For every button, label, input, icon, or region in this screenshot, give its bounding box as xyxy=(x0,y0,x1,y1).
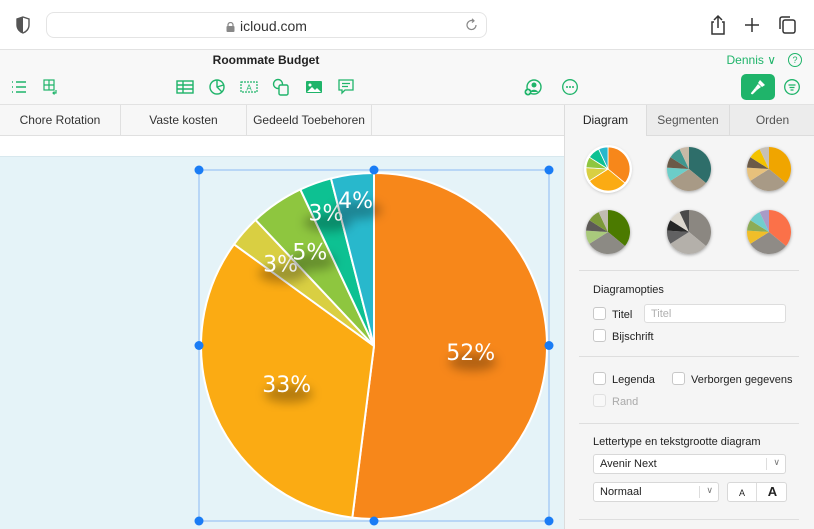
tabs-overview-icon[interactable] xyxy=(775,13,799,37)
help-icon[interactable]: ? xyxy=(788,53,802,67)
chart-options-title: Diagramopties xyxy=(593,284,664,296)
resize-handle[interactable] xyxy=(544,165,554,175)
pie-slice-label: 4% xyxy=(338,189,373,214)
title-input[interactable]: Titel xyxy=(644,304,786,323)
format-sidebar: Diagram Segmenten Orden Diagramopties Ti… xyxy=(564,105,814,529)
paintbrush-icon xyxy=(750,80,765,95)
chart-style-swatch[interactable] xyxy=(747,210,791,254)
resize-handle[interactable] xyxy=(544,341,554,350)
user-menu[interactable]: Dennis ∨ xyxy=(727,53,777,67)
tab-segmenten[interactable]: Segmenten xyxy=(646,105,729,136)
new-tab-icon[interactable] xyxy=(740,13,764,37)
chevron-down-icon: ∨ xyxy=(773,457,780,467)
chevron-down-icon: ∨ xyxy=(767,53,776,67)
checkbox[interactable] xyxy=(593,329,606,342)
divider xyxy=(579,423,799,424)
resize-handle[interactable] xyxy=(194,165,204,175)
pie-slice-label: 5% xyxy=(292,241,327,266)
resize-handle[interactable] xyxy=(194,341,204,350)
resize-handle[interactable] xyxy=(369,516,379,526)
border-checkbox-label: Rand xyxy=(612,396,639,408)
chart-style-swatch[interactable] xyxy=(585,146,631,192)
title-checkbox[interactable]: Titel xyxy=(593,307,632,321)
hidden-data-checkbox[interactable]: Verborgen gegevens xyxy=(672,372,793,386)
tab-orden[interactable]: Orden xyxy=(729,105,814,136)
legend-checkbox[interactable]: Legenda xyxy=(593,372,655,386)
font-size-buttons: A A xyxy=(727,482,787,502)
legend-checkbox-label: Legenda xyxy=(612,374,655,386)
chart-style-swatch[interactable] xyxy=(586,210,630,254)
title-checkbox-label: Titel xyxy=(612,309,633,321)
caption-checkbox-label: Bijschrift xyxy=(612,331,654,343)
font-select[interactable]: Avenir Next ∨ xyxy=(593,454,786,474)
divider xyxy=(579,270,799,271)
resize-handle[interactable] xyxy=(369,165,379,175)
tab-diagram[interactable]: Diagram xyxy=(565,105,646,136)
organize-icon[interactable] xyxy=(783,78,801,96)
border-checkbox: Rand xyxy=(593,394,638,408)
font-style-select[interactable]: Normaal ∨ xyxy=(593,482,719,502)
decrease-font-size-button[interactable]: A xyxy=(728,483,757,501)
divider xyxy=(579,356,799,357)
font-select-value: Avenir Next xyxy=(600,458,657,470)
pie-chart[interactable]: 52%33%3%5%3%4% xyxy=(0,0,564,529)
chevron-down-icon: ∨ xyxy=(706,485,713,495)
chart-style-swatch[interactable] xyxy=(667,147,711,191)
checkbox xyxy=(593,394,606,407)
resize-handle[interactable] xyxy=(194,516,204,526)
caption-checkbox[interactable]: Bijschrift xyxy=(593,329,654,343)
divider xyxy=(579,519,799,520)
font-section-title: Lettertype en tekstgrootte diagram xyxy=(593,436,761,448)
checkbox[interactable] xyxy=(593,307,606,320)
share-icon[interactable] xyxy=(706,13,730,37)
chart-style-swatch[interactable] xyxy=(667,210,711,254)
user-name: Dennis xyxy=(726,53,764,67)
checkbox[interactable] xyxy=(672,372,685,385)
increase-font-size-button[interactable]: A xyxy=(758,483,787,501)
hidden-data-checkbox-label: Verborgen gegevens xyxy=(691,374,793,386)
resize-handle[interactable] xyxy=(544,516,554,526)
checkbox[interactable] xyxy=(593,372,606,385)
font-style-value: Normaal xyxy=(600,486,642,498)
sidebar-tabs: Diagram Segmenten Orden xyxy=(565,105,814,136)
chart-style-swatch[interactable] xyxy=(747,147,791,191)
pie-slice-label: 33% xyxy=(262,373,311,398)
format-button[interactable] xyxy=(741,74,775,100)
pie-slice-label: 52% xyxy=(446,341,495,366)
